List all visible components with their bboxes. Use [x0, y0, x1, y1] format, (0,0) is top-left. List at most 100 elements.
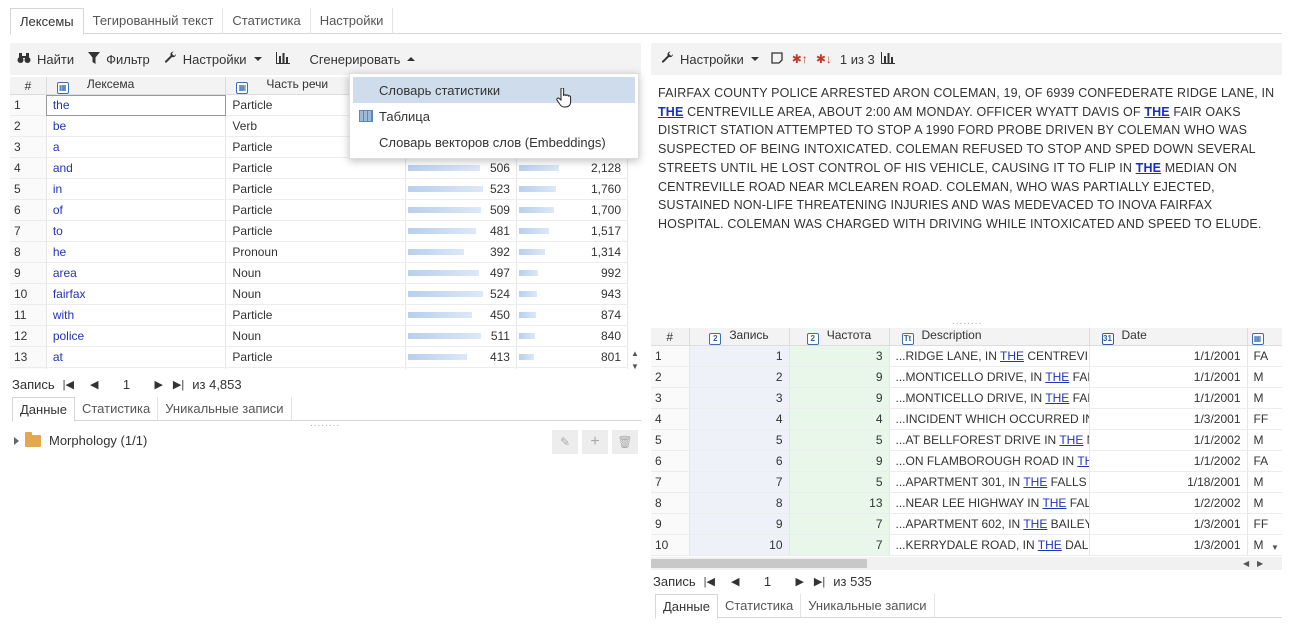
stat-cell-2[interactable]: 840 — [516, 325, 628, 347]
stat-cell-1[interactable]: 481 — [405, 220, 517, 242]
edit-button[interactable]: ✎ — [552, 430, 578, 454]
scroll-left-icon[interactable]: ◀ — [1243, 559, 1249, 568]
note-button[interactable] — [766, 46, 788, 72]
lexeme-cell[interactable]: to — [46, 220, 227, 242]
record-cell[interactable]: 5 — [689, 429, 790, 451]
frequency-cell[interactable]: 13 — [789, 492, 890, 514]
page-number-input[interactable]: 1 — [747, 574, 787, 589]
page-number-input[interactable]: 1 — [106, 377, 146, 392]
table-row[interactable]: 339...MONTICELLO DRIVE, IN THE FALL1/1/2… — [651, 387, 1282, 409]
date-cell[interactable]: 1/1/2001 — [1089, 366, 1248, 388]
description-cell[interactable]: ...INCIDENT WHICH OCCURRED IN — [889, 408, 1090, 430]
scrollbar-thumb[interactable] — [651, 559, 867, 568]
last-page-icon[interactable]: ▶| — [173, 378, 184, 391]
tab-stats[interactable]: Статистика — [718, 594, 802, 617]
lexeme-cell[interactable]: in — [46, 178, 227, 200]
extra-cell[interactable]: FA — [1247, 450, 1282, 472]
lexeme-cell[interactable]: of — [46, 199, 227, 221]
left-settings-button[interactable]: Настройки — [157, 46, 269, 72]
prev-match-button[interactable]: ✱↑ — [788, 46, 812, 72]
lexeme-cell[interactable]: police — [46, 325, 227, 347]
pos-cell[interactable]: Noun — [225, 325, 406, 347]
extra-cell[interactable]: FA — [1247, 345, 1282, 367]
record-cell[interactable]: 3 — [689, 387, 790, 409]
lexeme-cell[interactable]: fairfax — [46, 283, 227, 305]
generate-button[interactable]: Сгенерировать — [303, 46, 423, 72]
record-header[interactable]: 2 Запись — [689, 328, 790, 346]
extra-cell[interactable]: M — [1247, 387, 1282, 409]
table-row[interactable]: 13 at Particle 413 801 — [10, 346, 628, 368]
menu-item-statistics-dictionary[interactable]: Словарь статистики — [353, 77, 635, 103]
right-settings-button[interactable]: Настройки — [651, 46, 766, 72]
last-page-icon[interactable]: ▶| — [814, 575, 825, 588]
description-cell[interactable]: ...MONTICELLO DRIVE, IN THE FALL — [889, 366, 1090, 388]
tab-stats[interactable]: Статистика — [75, 397, 159, 420]
lexeme-cell[interactable]: and — [46, 157, 227, 179]
menu-item-embeddings[interactable]: Словарь векторов слов (Embeddings) — [350, 129, 638, 155]
next-page-icon[interactable]: ▶ — [154, 378, 162, 391]
frequency-cell[interactable]: 9 — [789, 450, 890, 472]
date-cell[interactable]: 1/1/2001 — [1089, 387, 1248, 409]
pos-cell[interactable]: Noun — [225, 283, 406, 305]
stat-cell-2[interactable] — [516, 367, 628, 369]
lexeme-cell[interactable]: he — [46, 241, 227, 263]
lexeme-cell[interactable]: the — [46, 94, 227, 116]
description-cell[interactable]: ...RIDGE LANE, IN THE CENTREVILL — [889, 345, 1090, 367]
stat-cell-1[interactable]: 506 — [405, 157, 517, 179]
tab-data[interactable]: Данные — [655, 594, 718, 619]
lexeme-cell[interactable] — [46, 367, 227, 369]
table-row[interactable]: 10 fairfax Noun 524 943 — [10, 283, 628, 305]
scroll-down-icon[interactable]: ▼ — [1271, 543, 1279, 552]
description-cell[interactable]: ...ON FLAMBOROUGH ROAD IN TH — [889, 450, 1090, 472]
frequency-cell[interactable]: 7 — [789, 534, 890, 556]
table-row[interactable] — [10, 367, 628, 369]
description-cell[interactable]: ...KERRYDALE ROAD, IN THE DALE — [889, 534, 1090, 556]
add-button[interactable]: + — [582, 430, 608, 454]
record-cell[interactable]: 1 — [689, 345, 790, 367]
next-match-button[interactable]: ✱↓ — [812, 46, 836, 72]
table-row[interactable]: 12 police Noun 511 840 — [10, 325, 628, 347]
date-cell[interactable]: 1/3/2001 — [1089, 534, 1248, 556]
tree-item-morphology[interactable]: Morphology (1/1) — [14, 431, 147, 448]
date-cell[interactable]: 1/1/2001 — [1089, 345, 1248, 367]
scroll-right-icon[interactable]: ▶ — [1257, 559, 1263, 568]
table-row[interactable]: 9 area Noun 497 992 — [10, 262, 628, 284]
pos-cell[interactable] — [225, 367, 406, 369]
frequency-header[interactable]: 2 Частота — [789, 328, 890, 346]
stat-cell-2[interactable]: 1,700 — [516, 199, 628, 221]
pos-cell[interactable]: Noun — [225, 262, 406, 284]
tab-lexemes[interactable]: Лексемы — [10, 8, 84, 35]
splitter-handle[interactable]: ........ — [952, 316, 982, 327]
table-row[interactable]: 229...MONTICELLO DRIVE, IN THE FALL1/1/2… — [651, 366, 1282, 388]
stat-cell-2[interactable]: 801 — [516, 346, 628, 368]
next-page-icon[interactable]: ▶ — [795, 575, 803, 588]
frequency-cell[interactable]: 9 — [789, 366, 890, 388]
lexeme-cell[interactable]: with — [46, 304, 227, 326]
horizontal-scrollbar[interactable]: ◀ ▶ — [651, 557, 1282, 570]
table-row[interactable]: 555...AT BELLFOREST DRIVE IN THE ME1/1/2… — [651, 429, 1282, 451]
date-cell[interactable]: 1/2/2002 — [1089, 492, 1248, 514]
table-row[interactable]: 11 with Particle 450 874 — [10, 304, 628, 326]
stat-cell-1[interactable]: 509 — [405, 199, 517, 221]
date-cell[interactable]: 1/1/2002 — [1089, 450, 1248, 472]
date-cell[interactable]: 1/18/2001 — [1089, 471, 1248, 493]
frequency-cell[interactable]: 4 — [789, 408, 890, 430]
description-cell[interactable]: ...MONTICELLO DRIVE, IN THE FALL — [889, 387, 1090, 409]
table-row[interactable]: 775...APARTMENT 301, IN THE FALLS C1/18/… — [651, 471, 1282, 493]
extra-cell[interactable]: FF — [1247, 513, 1282, 535]
left-chart-button[interactable] — [269, 46, 303, 72]
record-cell[interactable]: 2 — [689, 366, 790, 388]
stat-cell-1[interactable]: 511 — [405, 325, 517, 347]
table-row[interactable]: 8 he Pronoun 392 1,314 — [10, 241, 628, 263]
description-cell[interactable]: ...APARTMENT 301, IN THE FALLS C — [889, 471, 1090, 493]
stat-cell-2[interactable]: 992 — [516, 262, 628, 284]
prev-page-icon[interactable]: ◀ — [90, 378, 98, 391]
stat-cell-2[interactable]: 943 — [516, 283, 628, 305]
extra-cell[interactable]: M — [1247, 429, 1282, 451]
prev-page-icon[interactable]: ◀ — [731, 575, 739, 588]
lexeme-cell[interactable]: area — [46, 262, 227, 284]
tab-statistics[interactable]: Статистика — [223, 8, 311, 34]
stat-cell-1[interactable] — [405, 367, 517, 369]
frequency-cell[interactable]: 9 — [789, 387, 890, 409]
stat-cell-1[interactable]: 413 — [405, 346, 517, 368]
